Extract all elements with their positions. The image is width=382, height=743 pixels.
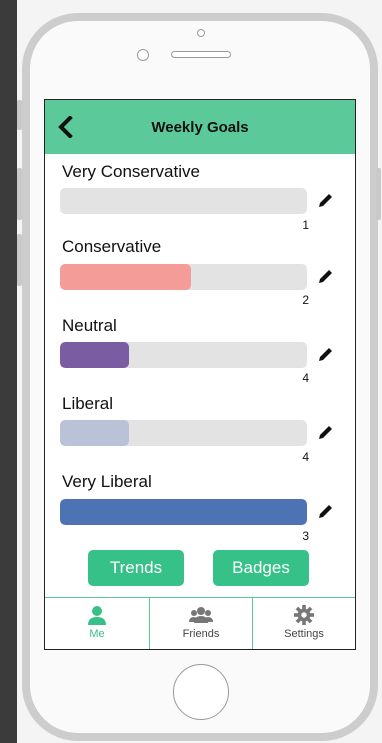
tab-label-settings: Settings bbox=[284, 628, 324, 640]
goal-count: 3 bbox=[302, 529, 309, 543]
goal-label-very-conservative: Very Conservative bbox=[62, 162, 200, 181]
goal-label-very-liberal: Very Liberal bbox=[62, 472, 152, 491]
volume-up-button bbox=[17, 168, 22, 220]
goal-count: 4 bbox=[302, 371, 309, 385]
goal-label-conservative: Conservative bbox=[62, 237, 162, 256]
goal-bar-fill bbox=[60, 499, 307, 525]
page-title: Weekly Goals bbox=[151, 119, 249, 136]
home-button[interactable] bbox=[173, 664, 229, 720]
power-button bbox=[376, 168, 381, 220]
goal-count: 4 bbox=[302, 450, 309, 464]
gear-icon bbox=[294, 605, 314, 625]
earpiece-speaker bbox=[171, 51, 231, 58]
mute-switch bbox=[17, 100, 22, 130]
sensor-dot bbox=[197, 29, 205, 37]
volume-down-button bbox=[17, 234, 22, 286]
goal-count: 1 bbox=[302, 218, 309, 232]
tab-me[interactable]: Me bbox=[45, 598, 149, 649]
tab-label-me: Me bbox=[89, 628, 105, 640]
tab-friends[interactable]: Friends bbox=[150, 598, 252, 649]
app-screen: Weekly Goals Very Conservative 1 Conserv… bbox=[44, 99, 356, 650]
badges-button[interactable]: Badges bbox=[213, 550, 309, 586]
pencil-icon[interactable] bbox=[316, 192, 334, 210]
goal-bar-very-liberal[interactable] bbox=[60, 499, 307, 525]
person-icon bbox=[88, 606, 106, 625]
goal-label-neutral: Neutral bbox=[62, 316, 117, 335]
front-camera bbox=[137, 49, 149, 61]
pencil-icon[interactable] bbox=[316, 503, 334, 521]
goal-bar-very-conservative[interactable] bbox=[60, 188, 307, 214]
goal-bar-fill bbox=[60, 342, 130, 368]
goal-bar-neutral[interactable] bbox=[60, 342, 307, 368]
goal-label-liberal: Liberal bbox=[62, 394, 114, 413]
tab-bar: Me Friends Settings bbox=[45, 597, 355, 649]
goal-count: 2 bbox=[302, 293, 309, 307]
pencil-icon[interactable] bbox=[316, 268, 334, 286]
trends-button[interactable]: Trends bbox=[88, 550, 184, 586]
tab-label-friends: Friends bbox=[182, 628, 220, 640]
tab-settings[interactable]: Settings bbox=[253, 598, 355, 649]
header-bar: Weekly Goals bbox=[45, 100, 355, 154]
pencil-icon[interactable] bbox=[316, 424, 334, 442]
goal-bar-fill bbox=[60, 264, 191, 290]
pencil-icon[interactable] bbox=[316, 346, 334, 364]
goal-bar-fill bbox=[60, 420, 130, 446]
group-icon bbox=[189, 607, 213, 623]
goal-bar-liberal[interactable] bbox=[60, 420, 307, 446]
goal-bar-conservative[interactable] bbox=[60, 264, 307, 290]
